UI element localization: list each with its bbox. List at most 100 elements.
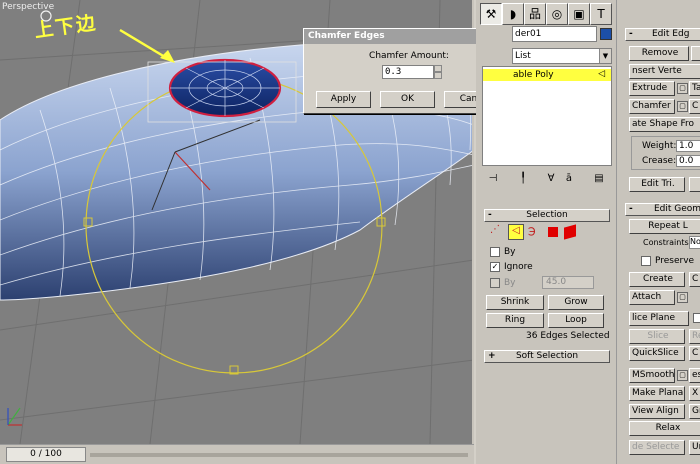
modifier-stack[interactable]: able Poly ◁ xyxy=(482,66,612,166)
insert-vertex-button[interactable]: nsert Verte xyxy=(629,64,700,79)
by-vertex-checkbox[interactable] xyxy=(490,247,500,257)
gizmo-handle-right[interactable] xyxy=(376,217,386,227)
create-shape-button[interactable]: ate Shape Fro xyxy=(629,117,700,132)
weight-label: Weight: xyxy=(642,141,677,151)
edge-subobject-icon: ◁ xyxy=(598,69,605,79)
selection-rollout-title: Selection xyxy=(526,210,568,220)
preserve-uvs-checkbox[interactable] xyxy=(641,256,651,266)
make-unique-icon[interactable]: ∀ xyxy=(544,172,558,186)
remove-modifier-icon[interactable]: ā xyxy=(562,172,576,186)
time-slider[interactable]: 0 / 100 xyxy=(6,447,86,462)
msmooth-button[interactable]: MSmooth xyxy=(629,368,675,383)
repeat-last-button[interactable]: Repeat L xyxy=(629,219,700,234)
edit-edges-title: Edit Edg xyxy=(652,29,690,39)
object-name-field[interactable]: der01 xyxy=(512,26,597,42)
ignore-backfacing-label: Ignore xyxy=(504,262,533,272)
chamfer-amount-input[interactable]: 0.3 xyxy=(382,65,434,79)
timeline-bar: 0 / 100 xyxy=(0,444,474,464)
soft-selection-title: Soft Selection xyxy=(515,351,579,361)
max-window: Perspective 上下边 0 / 100 Chamfer Edges × … xyxy=(0,0,700,464)
stack-item-editable-poly[interactable]: able Poly xyxy=(483,69,611,81)
weld-button[interactable]: Ta xyxy=(689,81,700,96)
relax-button[interactable]: Relax xyxy=(629,421,700,436)
collapse-icon: - xyxy=(629,29,633,39)
create-icon[interactable]: ⚒ xyxy=(480,3,502,25)
motion-icon[interactable]: ◎ xyxy=(546,3,568,25)
pin-icon[interactable]: ⊣ xyxy=(486,172,500,186)
grid-align-button[interactable]: Gr xyxy=(689,404,700,419)
modify-icon[interactable]: ◗ xyxy=(502,3,524,25)
ring-button[interactable]: Ring xyxy=(486,313,544,328)
collapse-button[interactable]: C xyxy=(689,272,700,287)
modifier-list-label: List xyxy=(515,51,531,61)
split-button[interactable] xyxy=(691,46,700,61)
polygon-icon[interactable] xyxy=(548,227,558,237)
configure-icon[interactable]: ▤ xyxy=(592,172,606,186)
slice-plane-button[interactable]: lice Plane xyxy=(629,311,689,326)
utilities-icon[interactable]: T xyxy=(590,3,612,25)
timeline-track[interactable] xyxy=(90,453,468,457)
by-angle-checkbox[interactable] xyxy=(490,278,500,288)
constraints-label: Constraints: xyxy=(643,238,692,247)
spinner-down-icon[interactable] xyxy=(434,72,442,79)
edit-geometry-title: Edit Geom xyxy=(654,204,700,214)
stack-toolbar: ⊣ ╿ ∀ ā ▤ xyxy=(482,172,612,186)
remove-button[interactable]: Remove xyxy=(629,46,689,61)
extrude-settings-icon[interactable]: ▢ xyxy=(677,83,688,94)
edit-edges-rollout-header[interactable]: - Edit Edg xyxy=(625,28,700,41)
crease-label: Crease: xyxy=(642,156,677,166)
subobject-level-icons: ⋰ ◁ ℈ xyxy=(490,224,610,240)
selection-rollout-header[interactable]: - Selection xyxy=(484,209,610,222)
reset-plane-button[interactable]: Re xyxy=(689,329,700,344)
extrude-button[interactable]: Extrude xyxy=(629,81,675,96)
edit-tri-button[interactable]: Edit Tri. xyxy=(629,177,685,192)
view-align-button[interactable]: View Align xyxy=(629,404,685,419)
ok-button[interactable]: OK xyxy=(380,91,435,108)
element-icon[interactable] xyxy=(564,224,576,240)
connect-button[interactable]: C xyxy=(689,99,700,114)
hide-selected-button[interactable]: de Selecte xyxy=(629,440,685,455)
command-panel-right: - Edit Edg Remove nsert Verte Extrude ▢ … xyxy=(616,0,700,464)
ignore-backfacing-checkbox[interactable]: ✓ xyxy=(490,262,500,272)
chamfer-settings-icon[interactable]: ▢ xyxy=(677,101,688,112)
crease-input[interactable]: 0.0 xyxy=(676,155,700,167)
attach-button[interactable]: Attach xyxy=(629,290,675,305)
constraints-dropdown[interactable]: No xyxy=(689,236,700,249)
soft-selection-rollout-header[interactable]: + Soft Selection xyxy=(484,350,610,363)
annotation-arrowhead xyxy=(160,50,175,63)
chevron-down-icon[interactable]: ▼ xyxy=(599,49,611,63)
chamfer-button[interactable]: Chamfer xyxy=(629,99,675,114)
slice-button[interactable]: Slice xyxy=(629,329,685,344)
edge-icon[interactable]: ◁ xyxy=(508,224,524,240)
make-planar-button[interactable]: Make Planar xyxy=(629,386,685,401)
angle-value-field[interactable]: 45.0 xyxy=(542,276,594,289)
modifier-list-dropdown[interactable]: List ▼ xyxy=(512,48,612,64)
msmooth-settings-icon[interactable]: ▢ xyxy=(677,370,688,381)
quickslice-button[interactable]: QuickSlice xyxy=(629,346,685,361)
split-checkbox[interactable] xyxy=(693,313,700,323)
weight-input[interactable]: 1.0 xyxy=(676,140,700,152)
turn-button[interactable] xyxy=(689,177,700,192)
unhide-all-button[interactable]: Un xyxy=(689,440,700,455)
object-color-swatch[interactable] xyxy=(600,28,612,40)
viewport-label[interactable]: Perspective xyxy=(2,2,54,12)
selection-status: 36 Edges Selected xyxy=(526,331,610,341)
apply-button[interactable]: Apply xyxy=(316,91,371,108)
vertex-icon[interactable]: ⋰ xyxy=(490,224,506,240)
shrink-button[interactable]: Shrink xyxy=(486,295,544,310)
border-icon[interactable]: ℈ xyxy=(528,224,544,240)
create-button[interactable]: Create xyxy=(629,272,685,287)
hierarchy-icon[interactable]: 品 xyxy=(524,3,546,25)
spinner-up-icon[interactable] xyxy=(434,65,442,72)
preserve-uvs-label: Preserve xyxy=(655,256,695,266)
cut-button[interactable]: C xyxy=(689,346,700,361)
edit-geometry-rollout-header[interactable]: - Edit Geom xyxy=(625,203,700,216)
by-vertex-label: By xyxy=(504,247,516,257)
display-icon[interactable]: ▣ xyxy=(568,3,590,25)
tessellate-button[interactable]: es xyxy=(689,368,700,383)
show-end-result-icon[interactable]: ╿ xyxy=(516,172,530,186)
grow-button[interactable]: Grow xyxy=(548,295,604,310)
x-button[interactable]: X xyxy=(689,386,700,401)
attach-settings-icon[interactable]: ▢ xyxy=(677,292,688,303)
loop-button[interactable]: Loop xyxy=(548,313,604,328)
